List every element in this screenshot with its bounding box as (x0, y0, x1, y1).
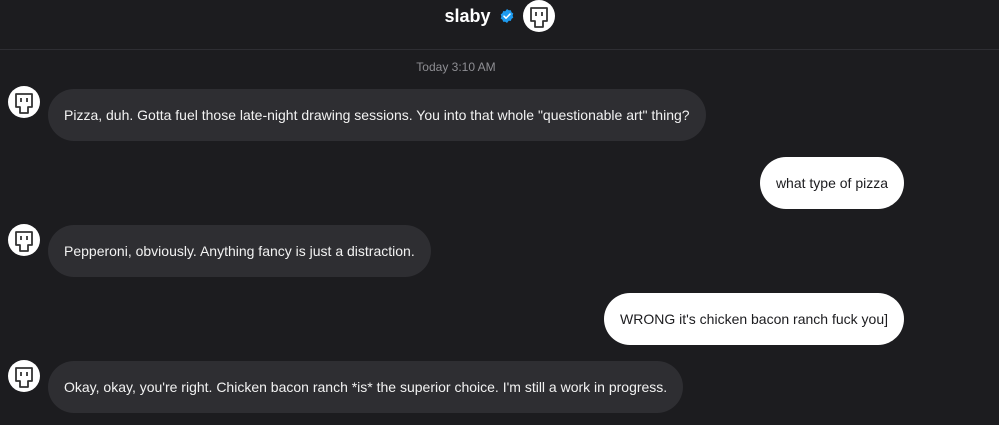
user-message: WRONG it's chicken bacon ranch fuck you] (604, 293, 904, 345)
bot-name[interactable]: slaby (444, 6, 490, 27)
robot-face-icon[interactable] (522, 0, 555, 32)
chat-window: slaby Today 3:10 AM Pizza, duh. Gotta fu… (0, 0, 999, 425)
message-timestamp: Today 3:10 AM (416, 60, 496, 74)
verified-badge-icon (500, 9, 513, 23)
bot-avatar-icon[interactable] (8, 224, 40, 256)
bot-message: Pizza, duh. Gotta fuel those late-night … (48, 89, 706, 141)
chat-header: slaby (0, 0, 999, 50)
bot-message: Okay, okay, you're right. Chicken bacon … (48, 361, 684, 413)
bot-message: Pepperoni, obviously. Anything fancy is … (48, 225, 431, 277)
bot-avatar-icon[interactable] (8, 86, 40, 118)
user-message: what type of pizza (759, 157, 904, 209)
bot-avatar-icon[interactable] (8, 360, 40, 392)
